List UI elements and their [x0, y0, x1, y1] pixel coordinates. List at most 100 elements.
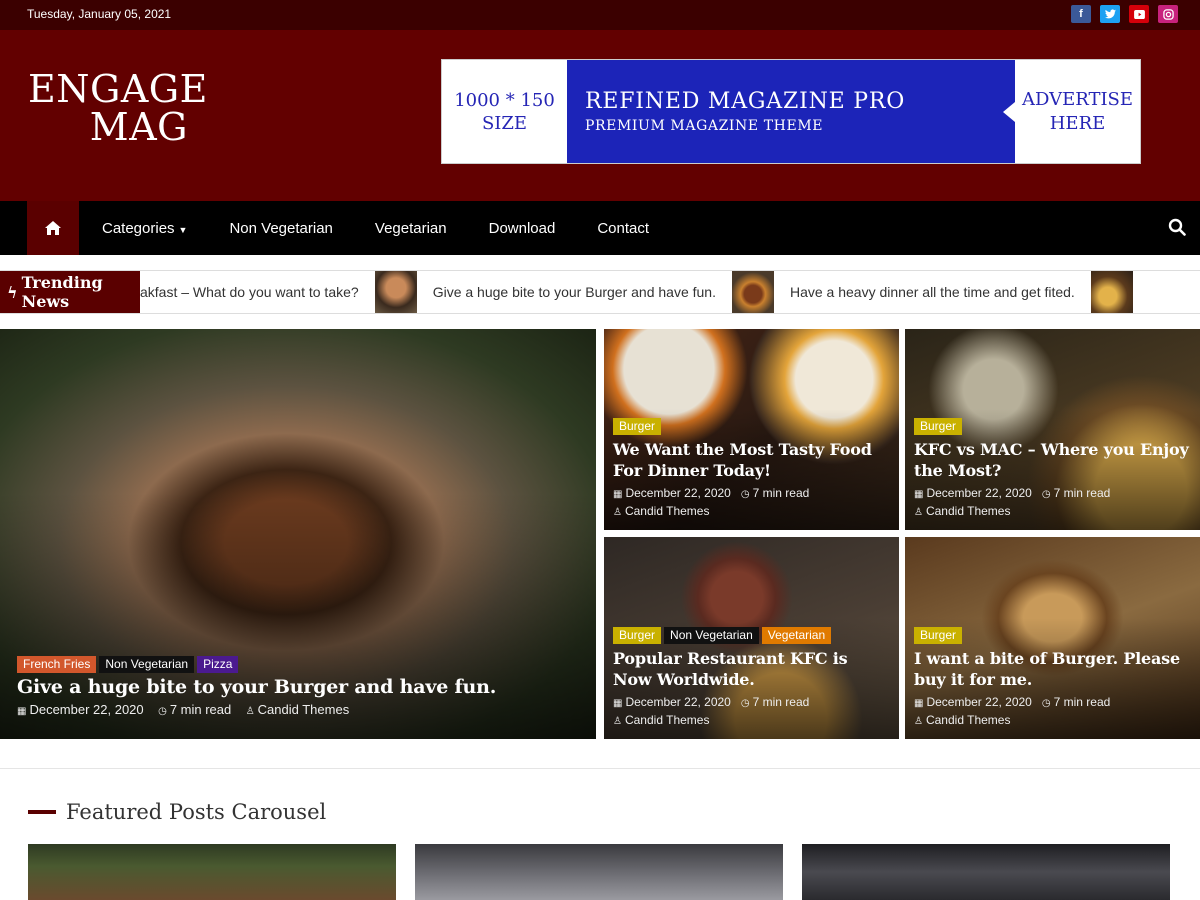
post-date: December 22, 2020 — [625, 695, 731, 709]
post-author[interactable]: Candid Themes — [625, 504, 710, 518]
category-tag[interactable]: Burger — [613, 418, 662, 435]
carousel-card[interactable] — [802, 844, 1170, 900]
logo-line-2: MAG — [89, 105, 188, 149]
post-meta: ▦ December 22, 2020 ◷ 7 min read ♙ Candid T… — [914, 694, 1191, 730]
ad-cta-line-1: ADVERTISE — [1021, 88, 1134, 110]
trending-thumbnail — [731, 271, 774, 313]
home-icon — [45, 221, 61, 235]
read-time: 7 min read — [169, 702, 232, 717]
post-tags: Burger Non Vegetarian Vegetarian — [613, 627, 890, 644]
category-tag[interactable]: Burger — [613, 627, 662, 644]
post-meta: ▦ December 22, 2020 ◷ 7 min read ♙ Candid T… — [17, 702, 587, 720]
search-icon[interactable] — [1168, 218, 1186, 236]
read-time: 7 min read — [1053, 695, 1111, 709]
post-author[interactable]: Candid Themes — [625, 713, 710, 727]
nav-item-download[interactable]: Download — [489, 220, 556, 237]
nav-item-label: Categories — [102, 219, 175, 237]
clock-icon: ◷ — [1041, 698, 1051, 709]
section-divider — [0, 768, 1200, 769]
trending-label: ϟ Trending News — [0, 271, 140, 313]
featured-side-post[interactable]: Burger I want a bite of Burger. Please b… — [905, 537, 1200, 739]
post-author[interactable]: Candid Themes — [926, 713, 1011, 727]
trending-item-title: Give a huge bite to your Burger and have… — [432, 284, 716, 300]
ad-subtitle: PREMIUM MAGAZINE THEME — [585, 118, 824, 134]
post-author[interactable]: Candid Themes — [258, 702, 350, 717]
calendar-icon: ▦ — [914, 489, 924, 500]
read-time: 7 min read — [1053, 486, 1111, 500]
nav-item-contact[interactable]: Contact — [597, 220, 649, 237]
post-title[interactable]: Popular Restaurant KFC is Now Worldwide. — [613, 648, 890, 690]
youtube-icon[interactable] — [1129, 5, 1149, 23]
post-tags: Burger — [914, 418, 1191, 435]
featured-side-post[interactable]: Burger We Want the Most Tasty Food For D… — [604, 329, 899, 530]
user-icon: ♙ — [245, 706, 255, 717]
trending-item[interactable]: Give a huge bite to your Burger and have… — [433, 271, 790, 313]
caret-down-icon: ▼ — [178, 224, 188, 235]
ad-size-label: SIZE — [481, 112, 528, 134]
clock-icon: ◷ — [740, 489, 750, 500]
featured-main-post[interactable]: French Fries Non Vegetarian Pizza Give a… — [0, 329, 596, 739]
ad-cta-line-2: HERE — [1049, 112, 1106, 134]
ad-size-value: 1000 * 150 — [454, 89, 555, 111]
trending-item[interactable]: akfast – What do you want to take? — [140, 271, 433, 313]
calendar-icon: ▦ — [914, 698, 924, 709]
nav-item-vegetarian[interactable]: Vegetarian — [375, 220, 447, 237]
trending-item-title: akfast – What do you want to take? — [140, 284, 359, 300]
post-meta-block: Burger I want a bite of Burger. Please b… — [914, 627, 1191, 730]
site-logo[interactable]: ENGAGE MAG — [28, 70, 207, 149]
post-meta: ▦ December 22, 2020 ◷ 7 min read ♙ Candid T… — [914, 485, 1191, 521]
category-tag[interactable]: French Fries — [17, 656, 97, 673]
social-links: f — [1071, 5, 1178, 23]
post-meta: ▦ December 22, 2020 ◷ 7 min read ♙ Candid T… — [613, 485, 890, 521]
trending-item-title: Have a heavy dinner all the time and get… — [789, 284, 1075, 300]
category-tag[interactable]: Non Vegetarian — [99, 656, 195, 673]
user-icon: ♙ — [613, 507, 622, 518]
post-title[interactable]: We Want the Most Tasty Food For Dinner T… — [613, 439, 890, 481]
post-date: December 22, 2020 — [926, 486, 1032, 500]
twitter-icon[interactable] — [1100, 5, 1120, 23]
trending-item[interactable]: Have a heavy dinner all the time and get… — [790, 271, 1149, 313]
read-time: 7 min read — [752, 486, 810, 500]
post-date: December 22, 2020 — [926, 695, 1032, 709]
featured-side-post[interactable]: Burger KFC vs MAC – Where you Enjoy the … — [905, 329, 1200, 530]
user-icon: ♙ — [914, 716, 923, 727]
post-meta-block: Burger We Want the Most Tasty Food For D… — [613, 418, 890, 521]
post-author[interactable]: Candid Themes — [926, 504, 1011, 518]
category-tag[interactable]: Vegetarian — [761, 627, 832, 644]
post-date: December 22, 2020 — [29, 702, 144, 717]
featured-side-post[interactable]: Burger Non Vegetarian Vegetarian Popular… — [604, 537, 899, 739]
ad-title: REFINED MAGAZINE PRO — [585, 89, 906, 114]
read-time: 7 min read — [752, 695, 810, 709]
calendar-icon: ▦ — [17, 706, 27, 717]
trending-news-ticker: ϟ Trending News akfast – What do you wan… — [0, 270, 1200, 314]
main-navigation: Categories ▼ Non Vegetarian Vegetarian Do… — [0, 201, 1200, 255]
category-tag[interactable]: Burger — [914, 418, 963, 435]
home-button[interactable] — [27, 201, 79, 255]
top-bar: Tuesday, January 05, 2021 f — [0, 0, 1200, 30]
post-title[interactable]: Give a huge bite to your Burger and have… — [17, 677, 587, 698]
category-tag[interactable]: Burger — [914, 627, 963, 644]
clock-icon: ◷ — [158, 706, 167, 717]
instagram-icon[interactable] — [1158, 5, 1178, 23]
heading-accent-bar — [28, 810, 56, 814]
nav-item-non-vegetarian[interactable]: Non Vegetarian — [229, 220, 332, 237]
calendar-icon: ▦ — [613, 698, 623, 709]
nav-item-categories[interactable]: Categories ▼ — [102, 220, 187, 237]
lightning-icon: ϟ — [7, 282, 18, 302]
clock-icon: ◷ — [740, 698, 750, 709]
carousel-card[interactable] — [415, 844, 783, 900]
post-title[interactable]: KFC vs MAC – Where you Enjoy the Most? — [914, 439, 1191, 481]
category-tag[interactable]: Non Vegetarian — [664, 627, 759, 644]
post-meta-block: Burger KFC vs MAC – Where you Enjoy the … — [914, 418, 1191, 521]
calendar-icon: ▦ — [613, 489, 623, 500]
user-icon: ♙ — [613, 716, 622, 727]
advertisement-banner[interactable]: 1000 * 150 SIZE REFINED MAGAZINE PRO PRE… — [441, 59, 1141, 164]
trending-label-text: Trending News — [21, 273, 103, 311]
category-tag[interactable]: Pizza — [197, 656, 239, 673]
user-icon: ♙ — [914, 507, 923, 518]
post-title[interactable]: I want a bite of Burger. Please buy it f… — [914, 648, 1191, 690]
carousel-card[interactable] — [28, 844, 396, 900]
site-header: ENGAGE MAG 1000 * 150 SIZE REFINED MAGAZ… — [0, 30, 1200, 201]
facebook-icon[interactable]: f — [1071, 5, 1091, 23]
post-tags: Burger — [914, 627, 1191, 644]
